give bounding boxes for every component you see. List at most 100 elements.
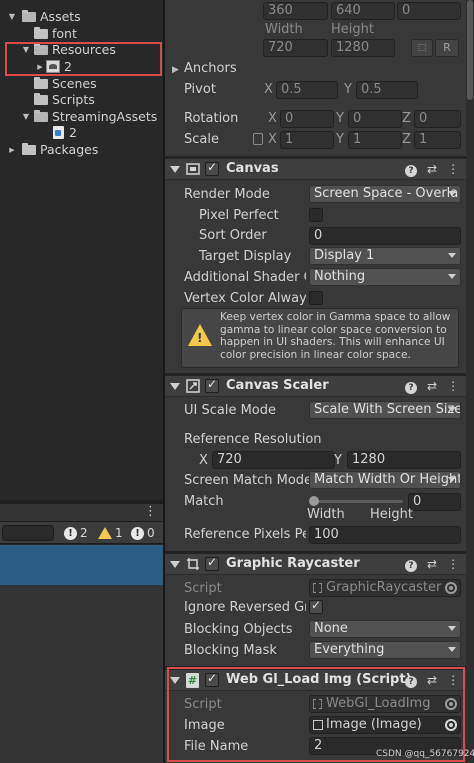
tree-item-label: Scenes <box>52 76 97 91</box>
chevron-down-icon[interactable]: ▼ <box>6 11 18 23</box>
match-slider-thumb[interactable] <box>309 496 319 506</box>
chevron-right-icon[interactable]: ▶ <box>6 144 18 156</box>
info-count-toggle[interactable]: ! 0 <box>131 525 155 541</box>
presets-icon[interactable]: ⇄ <box>427 162 437 176</box>
console-list <box>0 585 163 763</box>
blueprint-mode-button[interactable]: ⬚ <box>411 39 433 57</box>
help-icon[interactable]: ? <box>405 382 417 394</box>
pos-y-field[interactable]: 640 <box>331 2 395 20</box>
blocking-objects-dropdown[interactable]: None <box>309 620 461 638</box>
scale-y-axis: Y <box>336 132 344 147</box>
rotation-y-field[interactable]: 0 <box>348 110 402 128</box>
raycaster-enabled-checkbox[interactable] <box>205 555 219 571</box>
tree-item-scenes[interactable]: Scenes <box>34 75 97 92</box>
chevron-down-icon[interactable] <box>170 561 180 568</box>
tree-item-streamingassets[interactable]: ▼ StreamingAssets <box>20 108 157 125</box>
slider-height-label: Height <box>370 507 413 522</box>
shader-channels-dropdown[interactable]: Nothing <box>309 268 461 286</box>
webgl-component-highlight-box <box>167 667 465 762</box>
target-display-value: Display 1 <box>314 248 375 263</box>
scale-y-field[interactable]: 1 <box>348 131 402 149</box>
info-count: 0 <box>147 526 155 540</box>
canvas-header-icons: ? ⇄ ⋮ <box>405 162 459 177</box>
scale-x-axis: X <box>268 132 277 147</box>
console-selected-entry[interactable] <box>0 545 163 585</box>
more-options-icon[interactable]: ⋮ <box>144 504 157 520</box>
chevron-down-icon[interactable] <box>170 383 180 390</box>
scrollbar-thumb[interactable] <box>467 0 473 100</box>
scale-x-field[interactable]: 1 <box>280 131 334 149</box>
folder-open-icon <box>34 109 48 122</box>
shader-channels-value: Nothing <box>314 269 366 284</box>
target-display-dropdown[interactable]: Display 1 <box>309 247 461 265</box>
sort-order-field[interactable]: 0 <box>309 227 461 245</box>
tree-item-assets[interactable]: ▼ Assets <box>6 8 81 25</box>
error-icon: ! <box>64 526 77 540</box>
help-icon[interactable]: ? <box>405 560 417 572</box>
ui-scale-mode-value: Scale With Screen Size <box>314 402 461 417</box>
height-field[interactable]: 1280 <box>331 39 395 57</box>
pos-z-field[interactable]: 0 <box>397 2 461 20</box>
ref-y-field[interactable]: 1280 <box>347 451 461 469</box>
width-field[interactable]: 720 <box>263 39 328 57</box>
match-slider-track[interactable] <box>311 500 403 503</box>
pixel-perfect-label: Pixel Perfect <box>199 208 279 223</box>
ref-pixels-field[interactable]: 100 <box>309 526 461 544</box>
rotation-x-field[interactable]: 0 <box>280 110 334 128</box>
object-picker-icon[interactable] <box>445 582 457 594</box>
match-mode-dropdown[interactable]: Match Width Or Height <box>309 471 461 489</box>
scale-z-field[interactable]: 1 <box>414 131 461 149</box>
dropdown-arrow-icon <box>448 647 456 652</box>
warning-count-toggle[interactable]: 1 <box>98 525 123 541</box>
inspector-scrollbar[interactable] <box>466 0 474 763</box>
tree-item-label: Scripts <box>52 92 95 107</box>
target-display-label: Target Display <box>199 249 292 264</box>
error-count-toggle[interactable]: ! 2 <box>64 525 88 541</box>
presets-icon[interactable]: ⇄ <box>427 557 437 571</box>
blocking-mask-value: Everything <box>314 642 385 657</box>
pixel-perfect-checkbox[interactable] <box>309 208 323 222</box>
tree-item-font[interactable]: font <box>34 25 77 42</box>
ui-scale-mode-dropdown[interactable]: Scale With Screen Size <box>309 401 461 419</box>
match-value-field[interactable]: 0 <box>408 493 461 511</box>
more-options-icon[interactable]: ⋮ <box>447 379 459 393</box>
pivot-y-field[interactable]: 0.5 <box>356 81 418 99</box>
watermark: CSDN @qq_56767924 <box>376 749 474 759</box>
blocking-mask-label: Blocking Mask <box>184 643 277 658</box>
vertex-color-checkbox[interactable] <box>309 291 323 305</box>
blocking-mask-dropdown[interactable]: Everything <box>309 641 461 659</box>
chevron-down-icon[interactable]: ▼ <box>20 111 32 123</box>
chevron-right-icon[interactable]: ▶ <box>172 65 179 75</box>
chevron-down-icon[interactable] <box>170 166 180 173</box>
rotation-z-axis: Z <box>402 111 411 126</box>
console-search-input[interactable] <box>2 525 54 541</box>
help-icon[interactable]: ? <box>405 165 417 177</box>
more-options-icon[interactable]: ⋮ <box>447 557 459 571</box>
console-tab-bar <box>0 504 163 522</box>
render-mode-dropdown[interactable]: Screen Space - Overla <box>309 185 461 203</box>
pos-x-field[interactable]: 360 <box>263 2 328 20</box>
resources-highlight-box <box>5 42 162 76</box>
link-scale-icon[interactable] <box>253 133 263 145</box>
canvas-scaler-enabled-checkbox[interactable] <box>205 377 219 393</box>
warning-count: 1 <box>115 526 123 540</box>
raw-edit-button[interactable]: R <box>435 39 459 57</box>
rotation-x-axis: X <box>268 111 277 126</box>
canvas-enabled-checkbox[interactable] <box>205 160 219 176</box>
rotation-z-field[interactable]: 0 <box>414 110 461 128</box>
pivot-x-field[interactable]: 0.5 <box>276 81 338 99</box>
ignore-reversed-checkbox[interactable] <box>309 598 323 614</box>
tree-item-label: font <box>52 26 77 41</box>
ref-x-field[interactable]: 720 <box>212 451 335 469</box>
ui-scale-mode-label: UI Scale Mode <box>184 403 277 418</box>
tree-item-streaming-2[interactable]: 2 <box>53 124 77 141</box>
rotation-label: Rotation <box>184 111 239 126</box>
tree-item-scripts[interactable]: Scripts <box>34 91 95 108</box>
presets-icon[interactable]: ⇄ <box>427 379 437 393</box>
reference-resolution-label: Reference Resolution <box>184 432 322 447</box>
more-options-icon[interactable]: ⋮ <box>447 162 459 176</box>
tree-item-packages[interactable]: ▶ Packages <box>6 141 98 158</box>
anchors-label[interactable]: Anchors <box>184 61 237 76</box>
ref-x-axis: X <box>199 453 208 468</box>
dropdown-arrow-icon <box>448 253 456 258</box>
